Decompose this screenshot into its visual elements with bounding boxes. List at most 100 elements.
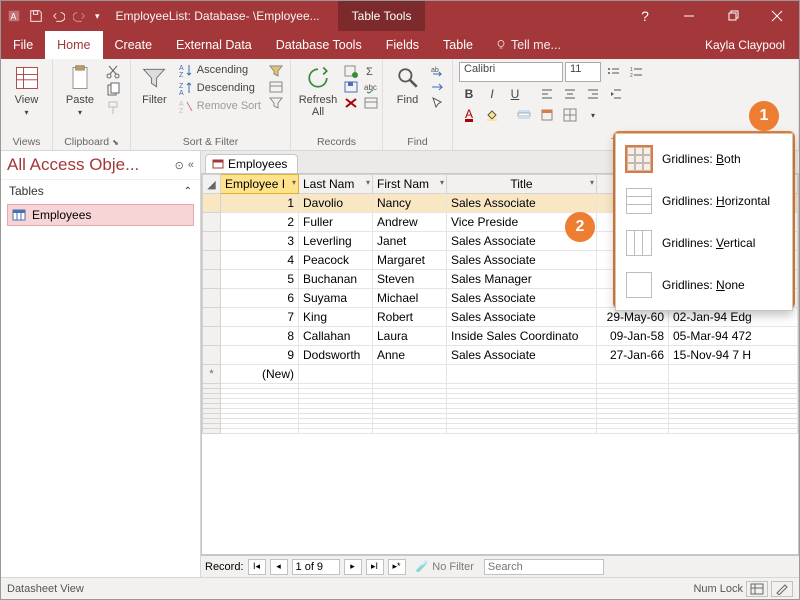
tab-create[interactable]: Create xyxy=(103,31,165,59)
paste-button[interactable]: Paste▾ xyxy=(59,62,101,120)
save-record-icon[interactable] xyxy=(343,80,359,94)
cut-icon[interactable] xyxy=(105,64,121,80)
cell[interactable]: Buchanan xyxy=(299,270,373,289)
cell[interactable]: Sales Manager xyxy=(447,270,597,289)
format-painter-icon[interactable] xyxy=(105,100,121,116)
cell[interactable]: 4 xyxy=(221,251,299,270)
first-record-button[interactable]: I◂ xyxy=(248,559,266,575)
nav-item-employees[interactable]: Employees xyxy=(7,204,194,226)
datasheet-view-button[interactable] xyxy=(746,581,768,597)
row-selector[interactable] xyxy=(203,346,221,365)
cell[interactable]: Callahan xyxy=(299,327,373,346)
descending-button[interactable]: ZADescending xyxy=(176,80,264,96)
font-color-button[interactable]: A xyxy=(459,106,479,124)
new-record-icon[interactable] xyxy=(343,64,359,78)
tab-table[interactable]: Table xyxy=(431,31,485,59)
conditional-format-icon[interactable] xyxy=(537,106,557,124)
row-selector[interactable] xyxy=(203,194,221,213)
bold-button[interactable]: B xyxy=(459,85,479,103)
cell[interactable]: Laura xyxy=(373,327,447,346)
tab-external-data[interactable]: External Data xyxy=(164,31,264,59)
row-selector[interactable] xyxy=(203,251,221,270)
column-header[interactable]: First Nam▾ xyxy=(373,175,447,194)
ascending-button[interactable]: AZAscending xyxy=(176,62,264,78)
table-row[interactable]: 9 Dodsworth Anne Sales Associate 27-Jan-… xyxy=(203,346,798,365)
cell[interactable]: Suyama xyxy=(299,289,373,308)
nav-pane-title[interactable]: All Access Obje... xyxy=(7,155,139,175)
tab-home[interactable]: Home xyxy=(45,31,102,59)
cell[interactable]: Nancy xyxy=(373,194,447,213)
design-view-button[interactable] xyxy=(771,581,793,597)
toggle-filter-icon[interactable] xyxy=(268,96,284,110)
replace-icon[interactable]: ab xyxy=(430,64,446,78)
remove-sort-button[interactable]: AZRemove Sort xyxy=(176,98,264,114)
cell[interactable]: Sales Associate xyxy=(447,251,597,270)
filter-button[interactable]: Filter xyxy=(137,62,172,108)
delete-record-icon[interactable] xyxy=(343,96,359,110)
cell[interactable]: 2 xyxy=(221,213,299,232)
cell[interactable]: Dodsworth xyxy=(299,346,373,365)
column-header[interactable]: Last Nam▾ xyxy=(299,175,373,194)
help-button[interactable]: ? xyxy=(623,1,667,31)
gridlines-none[interactable]: Gridlines: None xyxy=(616,264,792,306)
cell[interactable]: 6 xyxy=(221,289,299,308)
view-button[interactable]: View▾ xyxy=(7,62,46,120)
cell[interactable]: Margaret xyxy=(373,251,447,270)
cell[interactable]: 15-Nov-94 7 H xyxy=(669,346,798,365)
section-collapse-icon[interactable]: ⌃ xyxy=(184,186,192,197)
row-selector[interactable] xyxy=(203,213,221,232)
cell[interactable]: 9 xyxy=(221,346,299,365)
tab-fields[interactable]: Fields xyxy=(374,31,431,59)
fill-color-button[interactable] xyxy=(482,106,502,124)
cell[interactable]: Sales Associate xyxy=(447,308,597,327)
new-record-nav-button[interactable]: ▸* xyxy=(388,559,406,575)
refresh-all-button[interactable]: Refresh All xyxy=(297,62,339,120)
tab-database-tools[interactable]: Database Tools xyxy=(264,31,374,59)
select-icon[interactable] xyxy=(430,96,446,110)
tell-me[interactable]: Tell me... xyxy=(485,31,571,59)
cell[interactable]: Sales Associate xyxy=(447,194,597,213)
indent-icon[interactable] xyxy=(606,85,626,103)
column-header[interactable]: Title▾ xyxy=(447,175,597,194)
more-records-icon[interactable] xyxy=(363,96,379,110)
redo-icon[interactable] xyxy=(73,9,87,23)
minimize-button[interactable] xyxy=(667,1,711,31)
cell[interactable] xyxy=(299,365,373,384)
underline-button[interactable]: U xyxy=(505,85,525,103)
cell[interactable]: Inside Sales Coordinato xyxy=(447,327,597,346)
bullets-icon[interactable] xyxy=(603,63,623,81)
advanced-filter-icon[interactable] xyxy=(268,80,284,94)
cell[interactable]: 7 xyxy=(221,308,299,327)
cell[interactable]: Robert xyxy=(373,308,447,327)
cell[interactable]: Davolio xyxy=(299,194,373,213)
save-icon[interactable] xyxy=(29,9,43,23)
cell[interactable]: Janet xyxy=(373,232,447,251)
cell[interactable] xyxy=(669,365,798,384)
gridlines-horizontal[interactable]: Gridlines: Horizontal xyxy=(616,180,792,222)
record-position-input[interactable] xyxy=(292,559,340,575)
column-header[interactable]: Employee I▾ xyxy=(221,175,299,194)
cell[interactable] xyxy=(447,365,597,384)
numbering-icon[interactable]: 12 xyxy=(626,63,646,81)
gridlines-both[interactable]: Gridlines: Both xyxy=(616,138,792,180)
align-right-icon[interactable] xyxy=(583,85,603,103)
document-tab-employees[interactable]: Employees xyxy=(205,154,298,173)
gridlines-dropdown-icon[interactable]: ▾ xyxy=(583,106,603,124)
cell[interactable]: 5 xyxy=(221,270,299,289)
align-left-icon[interactable] xyxy=(537,85,557,103)
cell[interactable]: 09-Jan-58 xyxy=(597,327,669,346)
row-selector[interactable] xyxy=(203,232,221,251)
cell[interactable]: Sales Associate xyxy=(447,289,597,308)
qat-dropdown-icon[interactable]: ▾ xyxy=(95,11,100,22)
gridlines-vertical[interactable]: Gridlines: Vertical xyxy=(616,222,792,264)
find-button[interactable]: Find xyxy=(389,62,426,108)
selection-filter-icon[interactable] xyxy=(268,64,284,78)
cell[interactable]: 8 xyxy=(221,327,299,346)
cell[interactable]: 27-Jan-66 xyxy=(597,346,669,365)
italic-button[interactable]: I xyxy=(482,85,502,103)
row-selector[interactable] xyxy=(203,308,221,327)
undo-icon[interactable] xyxy=(51,9,65,23)
cell[interactable]: Peacock xyxy=(299,251,373,270)
close-button[interactable] xyxy=(755,1,799,31)
prev-record-button[interactable]: ◂ xyxy=(270,559,288,575)
